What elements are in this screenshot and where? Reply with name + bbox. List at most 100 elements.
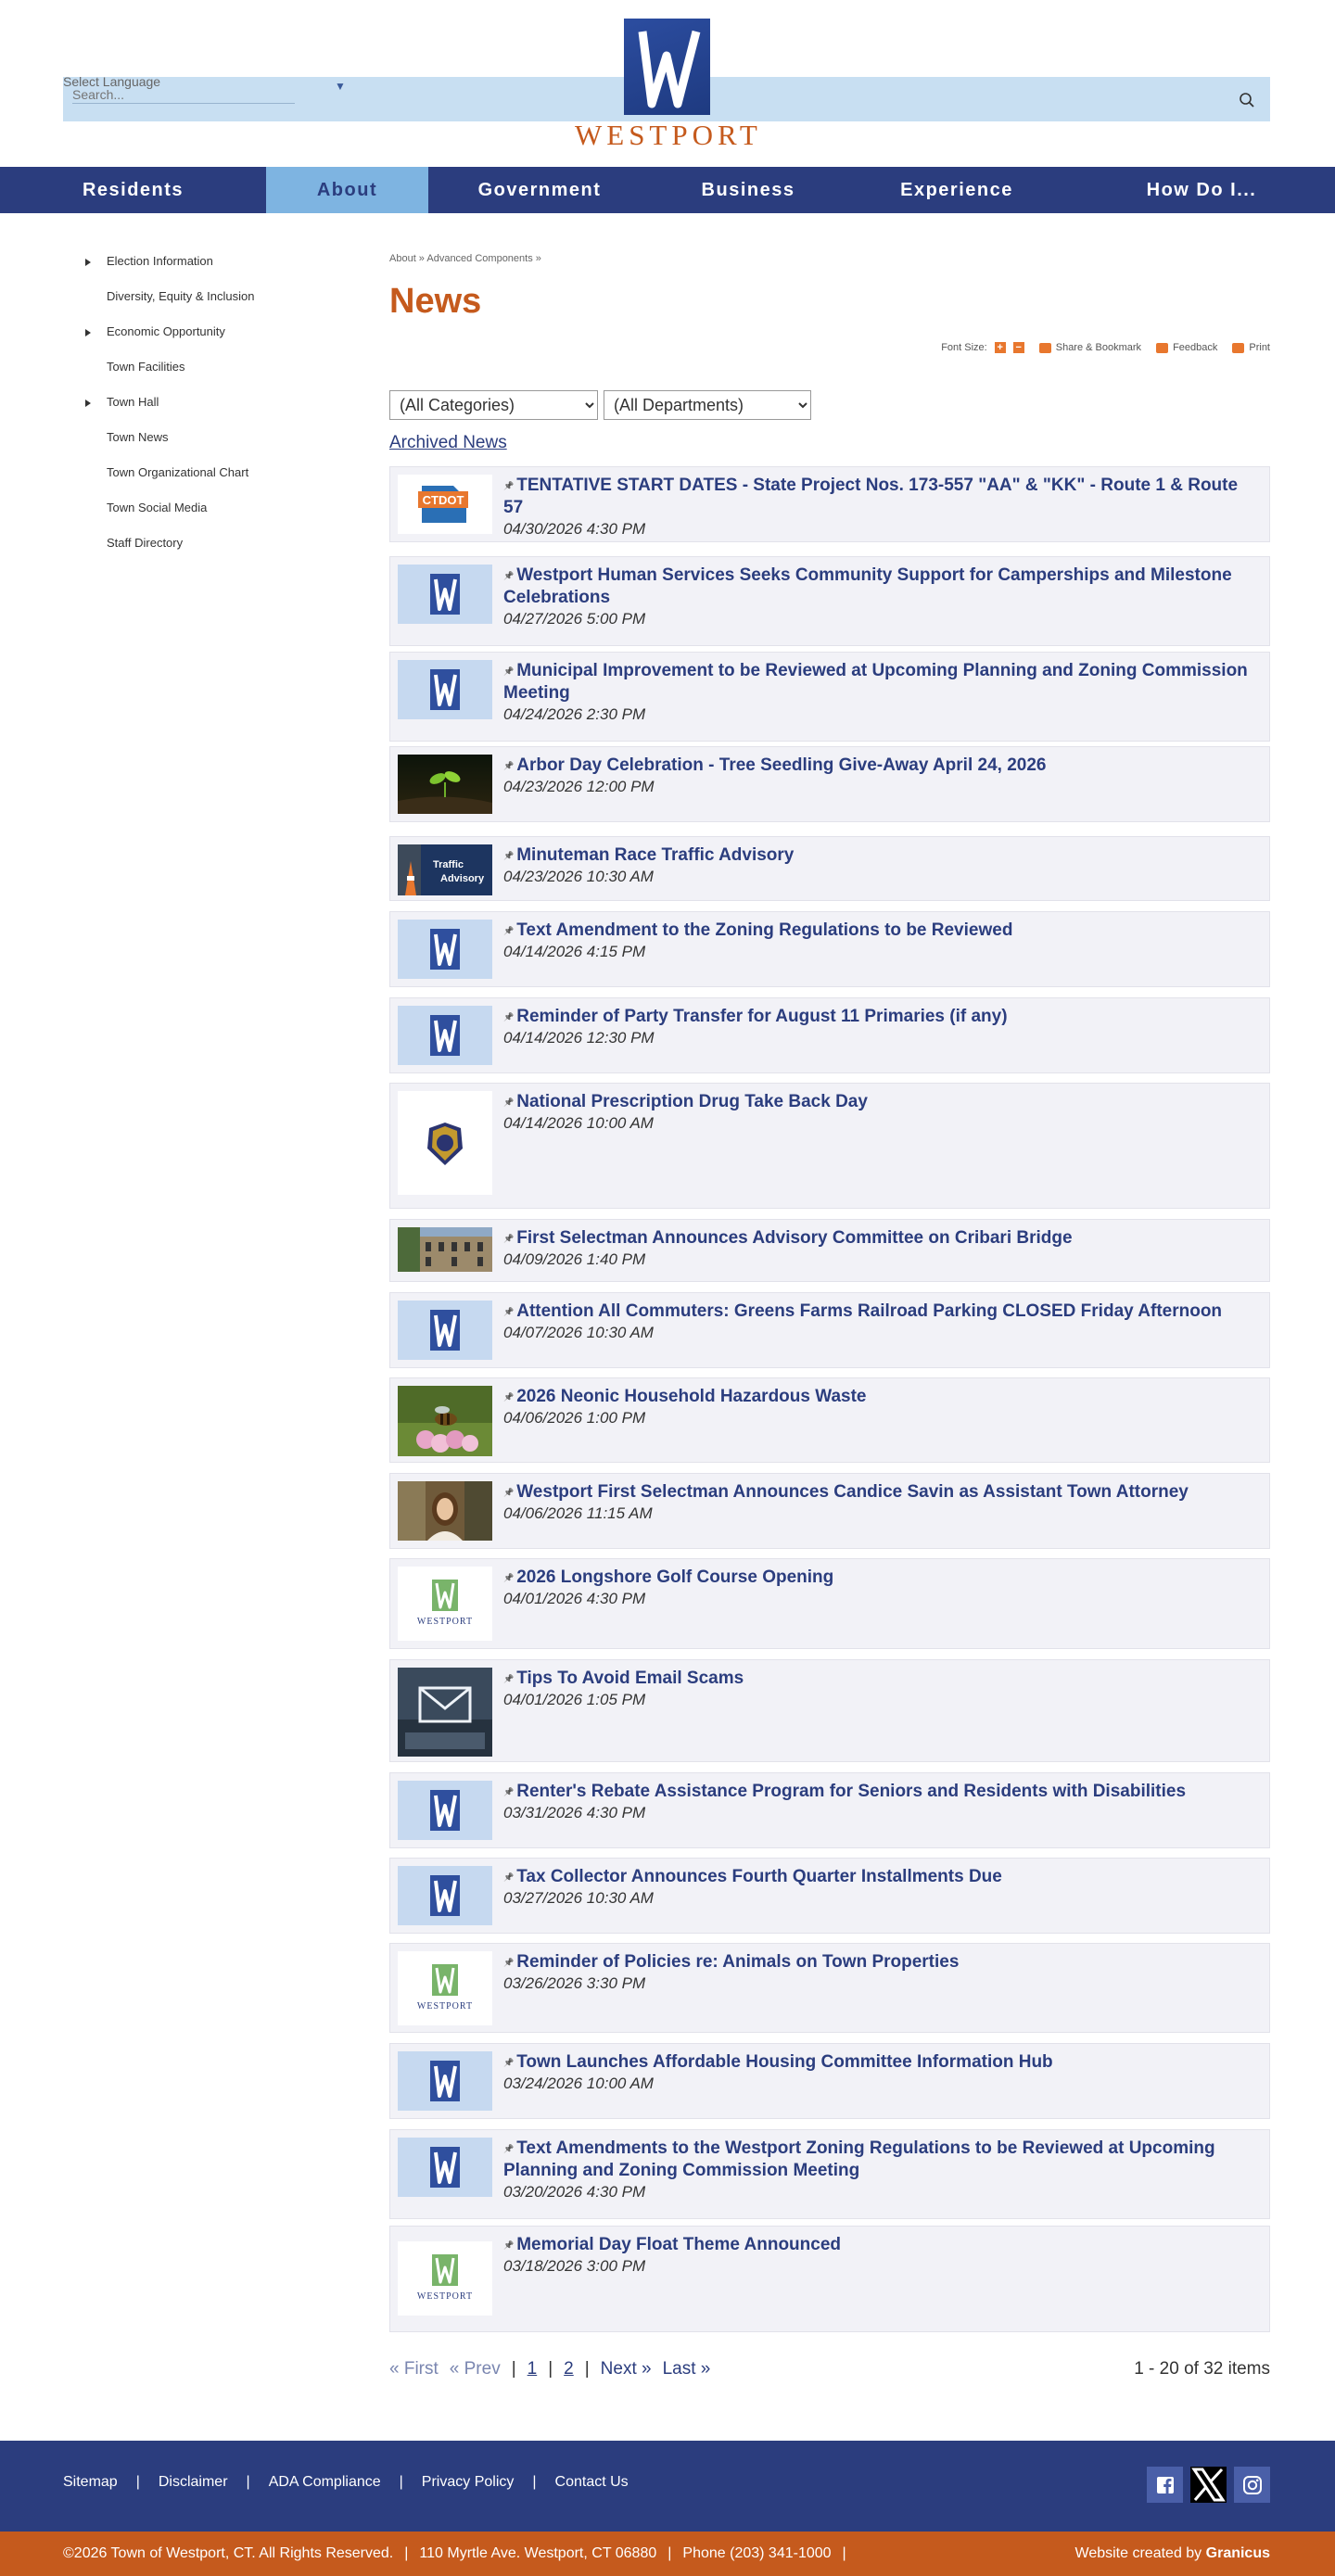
news-title-link[interactable]: 📌 Arbor Day Celebration - Tree Seedling G… bbox=[503, 755, 1254, 777]
news-title-link[interactable]: 📌 Tax Collector Announces Fourth Quarter … bbox=[503, 1866, 1254, 1888]
archived-news-link[interactable]: Archived News bbox=[389, 433, 507, 453]
x-twitter-icon[interactable] bbox=[1190, 2467, 1227, 2503]
news-title-link[interactable]: 📌 Text Amendments to the Westport Zoning … bbox=[503, 2138, 1254, 2182]
news-title-link[interactable]: 📌 Reminder of Party Transfer for August 1… bbox=[503, 1006, 1254, 1028]
footer-link-sitemap[interactable]: Sitemap bbox=[63, 2474, 118, 2491]
instagram-icon[interactable] bbox=[1234, 2467, 1270, 2503]
news-thumbnail[interactable] bbox=[398, 660, 492, 719]
news-item: 📌 Renter's Rebate Assistance Program for … bbox=[389, 1772, 1270, 1848]
news-thumbnail[interactable] bbox=[398, 1386, 492, 1456]
news-title-link[interactable]: 📌 Attention All Commuters: Greens Farms R… bbox=[503, 1301, 1254, 1323]
sidebar-item-election-information[interactable]: Election Information bbox=[82, 248, 360, 284]
nav-how-do-i[interactable]: How Do I... bbox=[1068, 167, 1335, 213]
nav-residents[interactable]: Residents bbox=[0, 167, 266, 213]
news-thumbnail[interactable] bbox=[398, 920, 492, 979]
credit-text[interactable]: Website created by Granicus bbox=[1075, 2545, 1270, 2562]
news-date: 04/06/2026 11:15 AM bbox=[503, 1504, 653, 1522]
footer: Sitemap | Disclaimer | ADA Compliance | Pri… bbox=[0, 2441, 1335, 2532]
footer-link-ada[interactable]: ADA Compliance bbox=[269, 2474, 381, 2491]
feedback-link[interactable]: Feedback bbox=[1173, 342, 1217, 353]
news-title-link[interactable]: 📌 Minuteman Race Traffic Advisory bbox=[503, 844, 1254, 867]
news-item: 📌 Westport First Selectman Announces Cand… bbox=[389, 1473, 1270, 1549]
sidebar-item-economic-opportunity[interactable]: Economic Opportunity bbox=[82, 319, 360, 354]
font-decrease-button[interactable]: − bbox=[1012, 342, 1024, 353]
news-title-link[interactable]: 📌 Memorial Day Float Theme Announced bbox=[503, 2234, 1254, 2256]
breadcrumb[interactable]: About » Advanced Components » bbox=[389, 253, 541, 264]
nav-business[interactable]: Business bbox=[651, 167, 846, 213]
svg-text:CTDOT: CTDOT bbox=[423, 493, 464, 507]
westport-logo[interactable]: WESTPORT bbox=[575, 17, 760, 151]
font-increase-button[interactable]: + bbox=[994, 342, 1006, 353]
sidebar-item-staff-directory[interactable]: Staff Directory bbox=[82, 530, 360, 565]
sidebar-item-town-hall[interactable]: Town Hall bbox=[82, 389, 360, 425]
news-title-link[interactable]: 📌 2026 Neonic Household Hazardous Waste bbox=[503, 1386, 1254, 1408]
news-thumbnail[interactable] bbox=[398, 1006, 492, 1065]
news-thumbnail[interactable]: Traffic Advisory bbox=[398, 844, 492, 895]
news-title-link[interactable]: 📌 Municipal Improvement to be Reviewed at… bbox=[503, 660, 1254, 704]
westport-w-logo bbox=[398, 2051, 492, 2111]
search-button[interactable] bbox=[1235, 89, 1259, 113]
news-thumbnail[interactable] bbox=[398, 1301, 492, 1360]
news-thumbnail[interactable] bbox=[398, 2138, 492, 2197]
news-title: 2026 Neonic Household Hazardous Waste bbox=[516, 1387, 867, 1406]
pin-icon: 📌 bbox=[503, 481, 515, 490]
pagination-next[interactable]: Next » bbox=[601, 2359, 652, 2379]
sidebar-item-town-news[interactable]: Town News bbox=[82, 425, 360, 460]
sidebar-item-diversity[interactable]: Diversity, Equity & Inclusion bbox=[82, 284, 360, 319]
pagination-page-1[interactable]: 1 bbox=[528, 2359, 538, 2379]
news-thumbnail[interactable] bbox=[398, 1481, 492, 1541]
search-input[interactable] bbox=[72, 85, 295, 104]
sidebar-item-social-media[interactable]: Town Social Media bbox=[82, 495, 360, 530]
news-text: 📌 Text Amendment to the Zoning Regulation… bbox=[503, 920, 1254, 962]
facebook-icon[interactable] bbox=[1147, 2467, 1183, 2503]
news-title-link[interactable]: 📌 Tips To Avoid Email Scams bbox=[503, 1668, 1254, 1690]
news-thumbnail[interactable] bbox=[398, 1091, 492, 1195]
sidebar-item-town-facilities[interactable]: Town Facilities bbox=[82, 354, 360, 389]
news-title-link[interactable]: 📌 Reminder of Policies re: Animals on Tow… bbox=[503, 1951, 1254, 1973]
news-thumbnail[interactable]: WESTPORT bbox=[398, 1951, 492, 2025]
sidebar-item-org-chart[interactable]: Town Organizational Chart bbox=[82, 460, 360, 495]
news-title-link[interactable]: 📌 First Selectman Announces Advisory Comm… bbox=[503, 1227, 1254, 1250]
footer-separator: | bbox=[246, 2474, 250, 2490]
print-link[interactable]: Print bbox=[1249, 342, 1270, 353]
footer-link-privacy[interactable]: Privacy Policy bbox=[422, 2474, 515, 2491]
news-thumbnail[interactable] bbox=[398, 1227, 492, 1272]
news-title-link[interactable]: 📌 National Prescription Drug Take Back Da… bbox=[503, 1091, 1254, 1113]
news-title-link[interactable]: 📌 Town Launches Affordable Housing Commit… bbox=[503, 2051, 1254, 2074]
chevron-down-icon[interactable]: ▼ bbox=[335, 80, 346, 93]
news-thumbnail[interactable]: WESTPORT bbox=[398, 1567, 492, 1641]
news-text: 📌 Memorial Day Float Theme Announced 03/18… bbox=[503, 2234, 1254, 2277]
news-title-link[interactable]: 📌 Westport Human Services Seeks Community… bbox=[503, 565, 1254, 609]
news-thumbnail[interactable]: CTDOT bbox=[398, 475, 492, 534]
news-date: 04/14/2026 10:00 AM bbox=[503, 1114, 654, 1132]
category-select[interactable]: (All Categories) bbox=[389, 390, 598, 420]
news-text: 📌 2026 Neonic Household Hazardous Waste 04… bbox=[503, 1386, 1254, 1428]
nav-experience[interactable]: Experience bbox=[846, 167, 1068, 213]
footer-link-disclaimer[interactable]: Disclaimer bbox=[159, 2474, 228, 2491]
pagination-last[interactable]: Last » bbox=[663, 2359, 711, 2379]
caret-right-icon bbox=[85, 259, 91, 266]
news-thumbnail[interactable] bbox=[398, 755, 492, 814]
pagination-page-2[interactable]: 2 bbox=[564, 2359, 574, 2379]
department-select[interactable]: (All Departments) bbox=[604, 390, 811, 420]
nav-about[interactable]: About bbox=[266, 167, 428, 213]
bee-flower-image bbox=[398, 1386, 492, 1456]
news-title-link[interactable]: 📌 2026 Longshore Golf Course Opening bbox=[503, 1567, 1254, 1589]
news-title-link[interactable]: 📌 Text Amendment to the Zoning Regulation… bbox=[503, 920, 1254, 942]
print-icon bbox=[1232, 342, 1245, 353]
footer-link-contact[interactable]: Contact Us bbox=[555, 2474, 629, 2491]
news-title: Attention All Commuters: Greens Farms Ra… bbox=[516, 1301, 1223, 1321]
news-thumbnail[interactable] bbox=[398, 1668, 492, 1757]
share-bookmark-link[interactable]: Share & Bookmark bbox=[1056, 342, 1141, 353]
news-thumbnail[interactable] bbox=[398, 565, 492, 624]
nav-government[interactable]: Government bbox=[428, 167, 651, 213]
share-icon bbox=[1038, 342, 1051, 353]
news-thumbnail[interactable] bbox=[398, 2051, 492, 2111]
news-title-link[interactable]: 📌 TENTATIVE START DATES - State Project N… bbox=[503, 475, 1254, 519]
news-title-link[interactable]: 📌 Renter's Rebate Assistance Program for … bbox=[503, 1781, 1254, 1803]
news-thumbnail[interactable] bbox=[398, 1781, 492, 1840]
logo-wordmark: WESTPORT bbox=[575, 119, 762, 151]
news-title-link[interactable]: 📌 Westport First Selectman Announces Cand… bbox=[503, 1481, 1254, 1504]
news-thumbnail[interactable] bbox=[398, 1866, 492, 1925]
news-thumbnail[interactable]: WESTPORT bbox=[398, 2234, 492, 2323]
